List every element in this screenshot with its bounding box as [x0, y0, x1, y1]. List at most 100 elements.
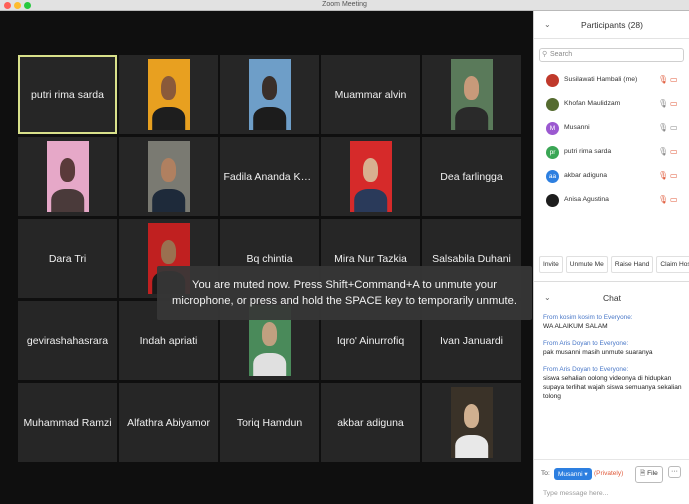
video-off-icon: ▭ — [670, 99, 678, 108]
invite-button[interactable]: Invite — [539, 256, 563, 273]
title-bar: Zoom Meeting — [0, 0, 689, 11]
participants-search-input[interactable]: ⚲ Search — [539, 48, 684, 62]
participant-video-feed — [147, 59, 190, 130]
chat-message: From Aris Doyan to Everyone: pak musanni … — [543, 339, 686, 357]
window-title: Zoom Meeting — [322, 1, 367, 8]
avatar: pr — [546, 146, 559, 159]
to-label: To: — [541, 470, 550, 477]
from-label: From — [543, 314, 558, 321]
participant-row[interactable]: Khofan Maulidzam 🎙 ▭ — [534, 93, 689, 117]
video-icon: ▭ — [670, 123, 678, 132]
participants-list: Susilawati Hambali (me) 🎙 ▭ Khofan Maulidza… — [534, 69, 689, 213]
avatar — [546, 98, 559, 111]
participant-video-feed — [147, 141, 190, 212]
participant-video-feed — [46, 141, 89, 212]
sender-name[interactable]: kosim kosim — [560, 314, 595, 321]
participant-row[interactable]: Susilawati Hambali (me) 🎙 ▭ — [534, 69, 689, 93]
participant-row[interactable]: M Musanni 🎙 ▭ — [534, 117, 689, 141]
tile-participant-name: putri rima sarda — [31, 88, 104, 101]
mic-muted-icon: 🎙 — [658, 171, 669, 180]
tile-participant-name: Muhammad Ramzi — [23, 416, 112, 429]
muted-notification: You are muted now. Press Shift+Command+A… — [157, 266, 532, 320]
video-tile[interactable]: Dara Tri — [18, 219, 117, 298]
avatar: aa — [546, 170, 559, 183]
person-head — [463, 404, 480, 429]
participant-name: akbar adiguna — [564, 172, 608, 179]
person-body — [50, 189, 85, 212]
recipient-label: to Everyone: — [592, 340, 629, 347]
chat-message-input[interactable]: Type message here... — [543, 490, 608, 497]
participant-video-feed — [349, 141, 392, 212]
tile-participant-name: Toriq Hamdun — [236, 416, 303, 429]
participants-header: ⌄ Participants (28) — [534, 11, 689, 39]
video-tile[interactable] — [119, 55, 218, 134]
person-head — [160, 158, 177, 183]
video-tile[interactable] — [220, 55, 319, 134]
tile-participant-name: akbar adiguna — [337, 416, 404, 429]
avatar — [546, 194, 559, 207]
chat-message: From Aris Doyan to Everyone: siswa sehali… — [543, 365, 686, 401]
file-button[interactable]: 🗎 File — [635, 466, 663, 483]
participant-row[interactable]: aa akbar adiguna 🎙 ▭ — [534, 165, 689, 189]
chat-messages: From kosim kosim to Everyone: WA ALAIKUM … — [543, 313, 686, 409]
mic-icon: 🎙 — [658, 123, 669, 132]
chat-header: ⌄ Chat — [534, 289, 689, 307]
participant-name: Khofan Maulidzam — [564, 100, 621, 107]
tile-participant-name: Iqro' Ainurrofiq — [336, 334, 405, 347]
participant-name: Susilawati Hambali (me) — [564, 76, 638, 83]
person-head — [160, 240, 177, 265]
search-placeholder: Search — [550, 51, 573, 58]
mic-icon: 🎙 — [658, 147, 669, 156]
raise-hand-button[interactable]: Raise Hand — [610, 256, 654, 273]
video-tile[interactable]: Toriq Hamdun — [220, 383, 319, 462]
chat-message: From kosim kosim to Everyone: WA ALAIKUM … — [543, 313, 686, 331]
message-text: pak musanni masih unmute suaranya — [543, 349, 653, 356]
tile-participant-name: Salsabila Duhani — [432, 252, 511, 265]
video-tile[interactable] — [321, 137, 420, 216]
video-off-icon: ▭ — [670, 147, 678, 156]
tile-participant-name: Dara Tri — [48, 252, 87, 265]
video-tile[interactable]: gevirashahasrara — [18, 301, 117, 380]
participant-video-feed — [450, 387, 493, 458]
video-tile[interactable]: akbar adiguna — [321, 383, 420, 462]
participant-row[interactable]: Anisa Agustina 🎙 ▭ — [534, 189, 689, 213]
video-tile[interactable]: Dea farlingga — [422, 137, 521, 216]
person-head — [261, 322, 278, 347]
search-icon: ⚲ — [542, 51, 548, 58]
privately-label: (Privately) — [594, 470, 624, 477]
tile-participant-name: Fadila Ananda Karti... — [223, 170, 316, 183]
tile-participant-name: Muammar alvin — [334, 88, 407, 101]
tile-participant-name: Mira Nur Tazkia — [334, 252, 407, 265]
muted-notification-text: You are muted now. Press Shift+Command+A… — [172, 279, 517, 307]
message-sender-line: From Aris Doyan to Everyone: — [543, 339, 686, 348]
participant-row[interactable]: pr putri rima sarda 🎙 ▭ — [534, 141, 689, 165]
zoom-window: Zoom Meeting putri rima sarda Muammar alv… — [0, 0, 689, 504]
recipient-dropdown[interactable]: Musanni ▾ — [554, 468, 592, 480]
tile-participant-name: Bq chintia — [246, 252, 293, 265]
video-tile[interactable]: Fadila Ananda Karti... — [220, 137, 319, 216]
video-tile[interactable] — [119, 137, 218, 216]
video-tile[interactable]: Muammar alvin — [321, 55, 420, 134]
side-panel: ⌄ Participants (28) ⚲ Search Susilawati … — [533, 11, 689, 504]
mic-icon: 🎙 — [658, 99, 669, 108]
unmute-me-button[interactable]: Unmute Me — [565, 256, 608, 273]
person-head — [463, 76, 480, 101]
participant-video-feed — [248, 59, 291, 130]
avatar: M — [546, 122, 559, 135]
gallery-view: putri rima sarda Muammar alvin Fadila Anan… — [0, 11, 533, 504]
video-tile[interactable] — [422, 383, 521, 462]
recipient-label: to Everyone: — [596, 314, 633, 321]
chat-title: Chat — [603, 293, 621, 303]
video-tile[interactable]: Muhammad Ramzi — [18, 383, 117, 462]
video-tile[interactable]: putri rima sarda — [18, 55, 117, 134]
sender-name[interactable]: Aris Doyan — [559, 366, 590, 373]
video-tile[interactable] — [422, 55, 521, 134]
participants-title: Participants (28) — [581, 20, 643, 30]
video-tile[interactable]: Alfathra Abiyamor — [119, 383, 218, 462]
person-body — [252, 353, 287, 376]
more-options-button[interactable]: ··· — [668, 466, 681, 478]
message-text: WA ALAIKUM SALAM — [543, 323, 608, 330]
sender-name[interactable]: Aris Doyan — [559, 340, 590, 347]
video-tile[interactable] — [18, 137, 117, 216]
claim-host-button[interactable]: Claim Host — [656, 256, 689, 273]
